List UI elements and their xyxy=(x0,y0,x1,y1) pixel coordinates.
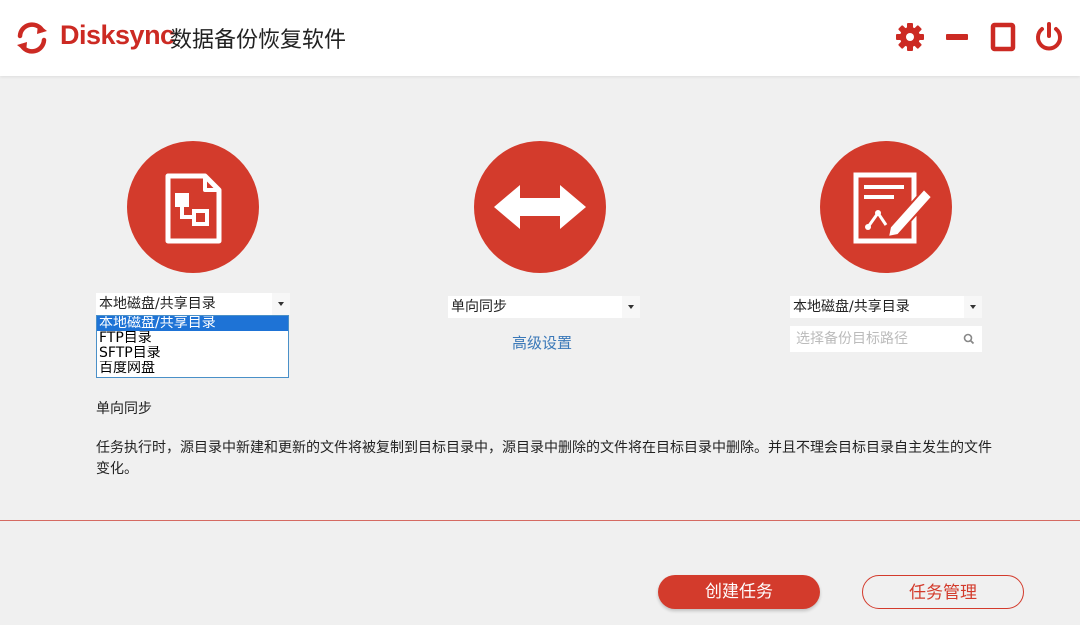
create-task-button[interactable]: 创建任务 xyxy=(658,575,820,609)
sync-icon-circle xyxy=(474,141,606,273)
mode-description: 任务执行时，源目录中新建和更新的文件将被复制到目标目录中，源目录中删除的文件将在… xyxy=(96,440,992,477)
target-type-select[interactable]: 本地磁盘/共享目录 xyxy=(790,296,982,318)
source-icon-circle xyxy=(127,141,259,273)
chevron-down-icon xyxy=(964,296,982,318)
chevron-down-icon xyxy=(622,296,640,318)
power-icon xyxy=(1036,22,1062,51)
gear-icon xyxy=(896,23,924,51)
task-management-button[interactable]: 任务管理 xyxy=(862,575,1024,609)
dropdown-option-sftp[interactable]: SFTP目录 xyxy=(97,346,288,361)
minimize-button[interactable] xyxy=(940,20,974,54)
double-arrow-icon xyxy=(494,185,586,229)
sync-mode-value: 单向同步 xyxy=(451,299,507,315)
dropdown-option-baidu[interactable]: 百度网盘 xyxy=(97,361,288,376)
source-type-value: 本地磁盘/共享目录 xyxy=(99,296,216,312)
settings-button[interactable] xyxy=(893,20,927,54)
target-path-input[interactable]: 选择备份目标路径 xyxy=(790,326,982,352)
search-icon[interactable] xyxy=(962,332,976,346)
dropdown-option-local[interactable]: 本地磁盘/共享目录 xyxy=(97,316,288,331)
divider xyxy=(0,520,1080,521)
brand-name: Disksync xyxy=(60,20,175,50)
sync-logo-icon xyxy=(17,22,47,54)
close-button[interactable] xyxy=(1032,20,1066,54)
chevron-down-icon xyxy=(272,293,290,315)
title-bar: Disksync 数据备份恢复软件 xyxy=(0,0,1080,76)
dropdown-option-ftp[interactable]: FTP目录 xyxy=(97,331,288,346)
source-type-dropdown[interactable]: 本地磁盘/共享目录 FTP目录 SFTP目录 百度网盘 xyxy=(96,315,289,378)
sync-mode-select[interactable]: 单向同步 xyxy=(448,296,640,318)
maximize-button[interactable] xyxy=(986,20,1020,54)
source-type-select[interactable]: 本地磁盘/共享目录 xyxy=(96,293,290,315)
target-type-value: 本地磁盘/共享目录 xyxy=(793,299,910,315)
target-icon-circle xyxy=(820,141,952,273)
minimize-icon xyxy=(946,34,968,40)
advanced-settings-link[interactable]: 高级设置 xyxy=(512,332,572,353)
document-tree-icon xyxy=(165,173,222,244)
app-title: 数据备份恢复软件 xyxy=(170,28,347,53)
mode-title: 单向同步 xyxy=(96,401,152,417)
edit-document-icon xyxy=(853,172,934,244)
maximize-icon xyxy=(990,22,1016,52)
